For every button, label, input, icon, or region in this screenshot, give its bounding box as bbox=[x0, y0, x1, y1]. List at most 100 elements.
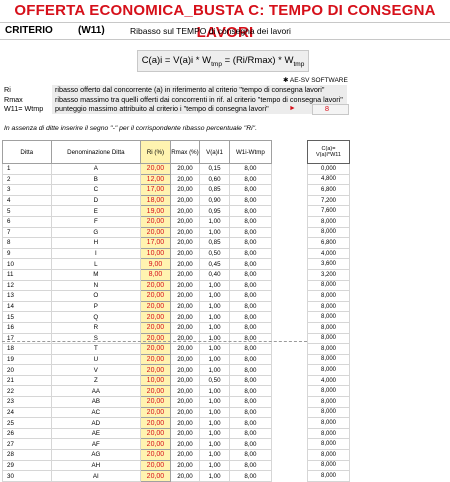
score-table: C(a)= V(a)I*W11 0,000 4,800 6,800 7,200 7,60… bbox=[307, 140, 350, 482]
row-ri-input[interactable]: 10,00 bbox=[140, 374, 171, 387]
row-v: 1,00 bbox=[199, 279, 230, 292]
row-w: 8,00 bbox=[228, 247, 273, 260]
score-row: 8,000 bbox=[307, 427, 350, 440]
row-ri-input[interactable]: 20,00 bbox=[140, 215, 171, 228]
table-row: 24 AC 20,00 20,00 1,00 8,00 bbox=[2, 406, 273, 419]
row-company-name: S bbox=[50, 332, 142, 345]
row-ri-input[interactable]: 20,00 bbox=[140, 311, 171, 323]
row-number: 5 bbox=[2, 205, 52, 217]
row-ri-input[interactable]: 8,00 bbox=[140, 268, 171, 281]
row-rmax: 20,00 bbox=[169, 438, 201, 451]
title-divider bbox=[0, 22, 450, 23]
row-ri-input[interactable]: 20,00 bbox=[140, 438, 171, 451]
row-ri-input[interactable]: 20,00 bbox=[140, 300, 171, 313]
score-row: 8,000 bbox=[307, 215, 350, 228]
row-ri-input[interactable]: 20,00 bbox=[140, 396, 171, 408]
row-company-name: F bbox=[50, 215, 142, 228]
row-ri-input[interactable]: 20,00 bbox=[140, 163, 171, 175]
row-score: 8,000 bbox=[307, 459, 350, 472]
row-v: 0,90 bbox=[199, 194, 230, 207]
table-row: 23 AB 20,00 20,00 1,00 8,00 bbox=[2, 396, 273, 408]
row-rmax: 20,00 bbox=[169, 396, 201, 408]
row-v: 1,00 bbox=[199, 385, 230, 398]
row-ri-input[interactable]: 20,00 bbox=[140, 279, 171, 292]
row-number: 16 bbox=[2, 321, 52, 334]
row-score: 8,000 bbox=[307, 279, 350, 292]
row-ri-input[interactable]: 10,00 bbox=[140, 247, 171, 260]
header-rmax: Rmax (%) bbox=[169, 140, 201, 164]
table-row: 5 E 19,00 20,00 0,95 8,00 bbox=[2, 205, 273, 217]
row-ri-input[interactable]: 20,00 bbox=[140, 353, 171, 366]
row-w: 8,00 bbox=[228, 438, 273, 451]
table-row: 7 G 20,00 20,00 1,00 8,00 bbox=[2, 226, 273, 239]
score-row: 4,000 bbox=[307, 374, 350, 387]
row-v: 1,00 bbox=[199, 353, 230, 366]
row-w: 8,00 bbox=[228, 279, 273, 292]
header-score: C(a)= V(a)I*W11 bbox=[307, 140, 350, 164]
row-company-name: AF bbox=[50, 438, 142, 451]
software-name: AE-SV SOFTWARE bbox=[289, 77, 348, 84]
row-ri-input[interactable]: 20,00 bbox=[140, 449, 171, 461]
score-row: 8,000 bbox=[307, 226, 350, 239]
row-ri-input[interactable]: 20,00 bbox=[140, 332, 171, 345]
row-ri-input[interactable]: 17,00 bbox=[140, 184, 171, 196]
page-break-line bbox=[2, 341, 307, 342]
row-ri-input[interactable]: 20,00 bbox=[140, 226, 171, 239]
row-ri-input[interactable]: 20,00 bbox=[140, 417, 171, 429]
row-ri-input[interactable]: 20,00 bbox=[140, 321, 171, 334]
row-v: 1,00 bbox=[199, 449, 230, 461]
row-rmax: 20,00 bbox=[169, 343, 201, 355]
table-row: 16 R 20,00 20,00 1,00 8,00 bbox=[2, 321, 273, 334]
row-w: 8,00 bbox=[228, 184, 273, 196]
row-score: 6,800 bbox=[307, 184, 350, 196]
row-score: 8,000 bbox=[307, 417, 350, 429]
row-rmax: 20,00 bbox=[169, 406, 201, 419]
row-score: 0,000 bbox=[307, 163, 350, 175]
row-score: 8,000 bbox=[307, 332, 350, 345]
row-ri-input[interactable]: 20,00 bbox=[140, 459, 171, 472]
row-ri-input[interactable]: 9,00 bbox=[140, 258, 171, 270]
row-rmax: 20,00 bbox=[169, 449, 201, 461]
table-row: 17 S 20,00 20,00 1,00 8,00 bbox=[2, 332, 273, 345]
criterio-label: CRITERIO bbox=[5, 25, 53, 36]
row-company-name: Q bbox=[50, 311, 142, 323]
row-company-name: D bbox=[50, 194, 142, 207]
row-ri-input[interactable]: 20,00 bbox=[140, 364, 171, 376]
row-company-name: L bbox=[50, 258, 142, 270]
row-ri-input[interactable]: 20,00 bbox=[140, 385, 171, 398]
row-number: 4 bbox=[2, 194, 52, 207]
weight-value[interactable]: 8 bbox=[322, 104, 332, 114]
row-v: 1,00 bbox=[199, 438, 230, 451]
row-ri-input[interactable]: 12,00 bbox=[140, 173, 171, 186]
row-number: 17 bbox=[2, 332, 52, 345]
row-number: 8 bbox=[2, 237, 52, 249]
row-ri-input[interactable]: 20,00 bbox=[140, 406, 171, 419]
row-company-name: G bbox=[50, 226, 142, 239]
row-w: 8,00 bbox=[228, 364, 273, 376]
row-ri-input[interactable]: 19,00 bbox=[140, 205, 171, 217]
criterio-divider bbox=[0, 39, 450, 40]
row-v: 0,60 bbox=[199, 173, 230, 186]
row-w: 8,00 bbox=[228, 268, 273, 281]
row-company-name: AA bbox=[50, 385, 142, 398]
row-score: 8,000 bbox=[307, 396, 350, 408]
row-ri-input[interactable]: 20,00 bbox=[140, 427, 171, 440]
row-w: 8,00 bbox=[228, 258, 273, 270]
row-company-name: O bbox=[50, 290, 142, 302]
row-number: 26 bbox=[2, 427, 52, 440]
row-number: 6 bbox=[2, 215, 52, 228]
table-row: 3 C 17,00 20,00 0,85 8,00 bbox=[2, 184, 273, 196]
row-number: 28 bbox=[2, 449, 52, 461]
row-number: 7 bbox=[2, 226, 52, 239]
score-header-row: C(a)= V(a)I*W11 bbox=[307, 140, 350, 164]
table-row: 26 AE 20,00 20,00 1,00 8,00 bbox=[2, 427, 273, 440]
row-rmax: 20,00 bbox=[169, 194, 201, 207]
row-rmax: 20,00 bbox=[169, 385, 201, 398]
definition-text: punteggio massimo attribuito al criterio… bbox=[55, 104, 269, 113]
row-ri-input[interactable]: 20,00 bbox=[140, 343, 171, 355]
row-ri-input[interactable]: 17,00 bbox=[140, 237, 171, 249]
definition-key: Ri bbox=[4, 85, 11, 94]
row-ri-input[interactable]: 18,00 bbox=[140, 194, 171, 207]
row-w: 8,00 bbox=[228, 311, 273, 323]
row-ri-input[interactable]: 20,00 bbox=[140, 290, 171, 302]
